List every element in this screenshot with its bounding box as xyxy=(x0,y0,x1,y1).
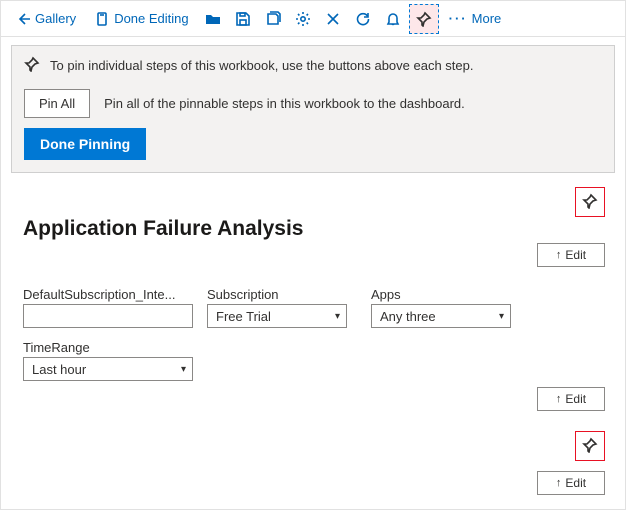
chevron-down-icon: ▾ xyxy=(499,311,504,322)
param-default-subscription: DefaultSubscription_Inte... xyxy=(23,287,193,328)
param-value: Last hour xyxy=(32,362,86,377)
param-apps: Apps Any three ▾ xyxy=(371,287,521,328)
param-value: Any three xyxy=(380,309,436,324)
app-frame: Gallery Done Editing xyxy=(0,0,626,510)
param-subscription-select[interactable]: Free Trial ▾ xyxy=(207,304,347,328)
device-icon xyxy=(94,11,110,27)
param-value: Free Trial xyxy=(216,309,271,324)
folder-icon xyxy=(205,11,221,27)
chevron-down-icon: ▾ xyxy=(335,311,340,322)
pin-banner: To pin individual steps of this workbook… xyxy=(11,45,615,173)
param-timerange-select[interactable]: Last hour ▾ xyxy=(23,357,193,381)
param-apps-select[interactable]: Any three ▾ xyxy=(371,304,511,328)
refresh-button[interactable] xyxy=(349,4,377,34)
parameters-block: DefaultSubscription_Inte... Subscription… xyxy=(23,287,523,381)
chevron-down-icon: ▾ xyxy=(181,364,186,375)
up-arrow-icon: ↑ xyxy=(556,393,562,405)
up-arrow-icon: ↑ xyxy=(556,477,562,489)
edit-label: Edit xyxy=(565,248,586,262)
save-icon xyxy=(235,11,251,27)
edit-label: Edit xyxy=(565,392,586,406)
back-arrow-icon xyxy=(15,11,31,27)
bell-icon xyxy=(385,11,401,27)
param-subscription: Subscription Free Trial ▾ xyxy=(207,287,357,328)
banner-text-2: Pin all of the pinnable steps in this wo… xyxy=(104,96,465,111)
param-default-subscription-select[interactable] xyxy=(23,304,193,328)
pin-all-button[interactable]: Pin All xyxy=(24,89,90,118)
folder-button[interactable] xyxy=(199,4,227,34)
save-copy-icon xyxy=(265,11,281,27)
edit-label: Edit xyxy=(565,476,586,490)
gallery-button[interactable]: Gallery xyxy=(7,4,84,34)
param-label: Apps xyxy=(371,287,521,302)
close-icon xyxy=(325,11,341,27)
pin-icon xyxy=(582,437,598,456)
done-editing-button[interactable]: Done Editing xyxy=(86,4,196,34)
more-button[interactable]: ··· More xyxy=(441,4,510,34)
banner-line-2: Pin All Pin all of the pinnable steps in… xyxy=(24,89,602,118)
pin-toggle-button[interactable] xyxy=(409,4,439,34)
close-button[interactable] xyxy=(319,4,347,34)
pin-icon xyxy=(24,56,40,75)
pin-icon xyxy=(416,11,432,27)
workbook-content: ↑ Edit Application Failure Analysis Defa… xyxy=(1,173,625,391)
done-editing-label: Done Editing xyxy=(114,11,188,26)
step-edit-button-2[interactable]: ↑ Edit xyxy=(537,387,605,411)
toolbar: Gallery Done Editing xyxy=(1,1,625,37)
banner-text-1: To pin individual steps of this workbook… xyxy=(50,58,473,73)
save-copy-button[interactable] xyxy=(259,4,287,34)
done-pinning-button[interactable]: Done Pinning xyxy=(24,128,146,160)
param-label: DefaultSubscription_Inte... xyxy=(23,287,193,302)
save-button[interactable] xyxy=(229,4,257,34)
pin-icon xyxy=(582,193,598,212)
alert-button[interactable] xyxy=(379,4,407,34)
gallery-label: Gallery xyxy=(35,11,76,26)
page-title: Application Failure Analysis xyxy=(23,217,607,241)
more-label: More xyxy=(472,11,502,26)
step-edit-button-3[interactable]: ↑ Edit xyxy=(537,471,605,495)
gear-icon xyxy=(295,11,311,27)
step-pin-button-2[interactable] xyxy=(575,431,605,461)
param-label: Subscription xyxy=(207,287,357,302)
settings-button[interactable] xyxy=(289,4,317,34)
step-edit-button-1[interactable]: ↑ Edit xyxy=(537,243,605,267)
more-dots-icon: ··· xyxy=(449,11,468,26)
banner-line-1: To pin individual steps of this workbook… xyxy=(24,56,602,75)
up-arrow-icon: ↑ xyxy=(556,249,562,261)
param-label: TimeRange xyxy=(23,340,193,355)
param-timerange: TimeRange Last hour ▾ xyxy=(23,340,193,381)
step-pin-button-1[interactable] xyxy=(575,187,605,217)
refresh-icon xyxy=(355,11,371,27)
